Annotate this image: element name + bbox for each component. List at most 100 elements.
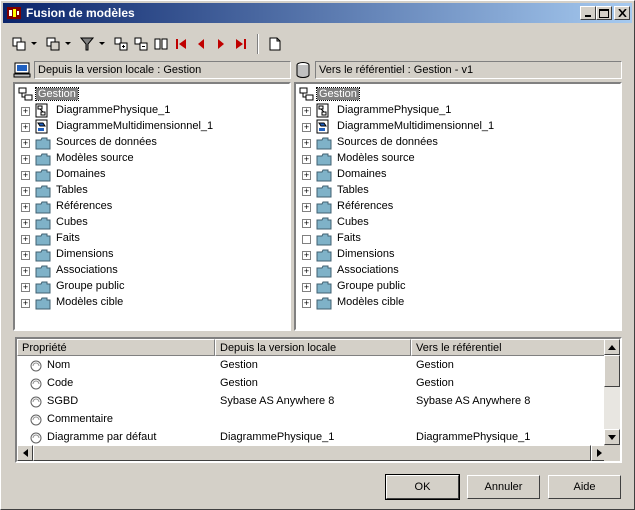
expand-toggle[interactable]: + xyxy=(302,251,311,260)
expand-toggle[interactable]: + xyxy=(21,235,30,244)
close-button[interactable] xyxy=(614,6,630,20)
expand-toggle[interactable]: + xyxy=(21,267,30,276)
tree-node[interactable]: + DiagrammePhysique_1 xyxy=(15,103,289,119)
tree-node[interactable]: + DiagrammePhysique_1 xyxy=(296,103,620,119)
expand-all-button[interactable] xyxy=(111,33,131,55)
expand-toggle[interactable]: + xyxy=(21,203,30,212)
expand-toggle[interactable]: + xyxy=(21,251,30,260)
expand-toggle[interactable]: + xyxy=(302,267,311,276)
expand-toggle[interactable]: + xyxy=(21,123,30,132)
merge-dropdown-button[interactable] xyxy=(29,33,39,55)
next-difference-button[interactable] xyxy=(211,33,231,55)
scroll-down-button[interactable] xyxy=(604,429,620,445)
expand-toggle[interactable]: + xyxy=(302,107,311,116)
tree-node[interactable]: + Références xyxy=(296,199,620,215)
tree-node-label: Faits xyxy=(337,232,361,244)
report-button[interactable] xyxy=(265,33,285,55)
ok-button[interactable]: OK xyxy=(385,474,460,500)
first-difference-button[interactable] xyxy=(171,33,191,55)
expand-toggle[interactable]: + xyxy=(21,171,30,180)
tree-node[interactable]: + DiagrammeMultidimensionnel_1 xyxy=(296,119,620,135)
tree-node[interactable]: + Cubes xyxy=(296,215,620,231)
tree-node[interactable]: Faits xyxy=(296,231,620,247)
left-panel-header: Depuis la version locale : Gestion xyxy=(13,60,291,80)
tree-node[interactable]: + Références xyxy=(15,199,289,215)
expand-toggle[interactable]: + xyxy=(21,187,30,196)
copy-button[interactable] xyxy=(43,33,63,55)
tree-root-node[interactable]: Gestion xyxy=(296,87,620,103)
expand-toggle[interactable]: + xyxy=(302,203,311,212)
expand-toggle[interactable]: + xyxy=(21,283,30,292)
tree-node[interactable]: + Domaines xyxy=(296,167,620,183)
scroll-up-button[interactable] xyxy=(604,339,620,355)
tree-node[interactable]: + Modèles cible xyxy=(15,295,289,311)
tree-node[interactable]: + DiagrammeMultidimensionnel_1 xyxy=(15,119,289,135)
minimize-button[interactable] xyxy=(580,6,596,20)
tree-node[interactable]: + Modèles source xyxy=(296,151,620,167)
column-header-repository[interactable]: Vers le référentiel xyxy=(411,339,607,356)
maximize-icon xyxy=(599,8,609,18)
filter-button[interactable] xyxy=(77,33,97,55)
scroll-left-button[interactable] xyxy=(17,445,33,461)
tree-node[interactable]: + Modèles cible xyxy=(296,295,620,311)
horizontal-scroll-thumb[interactable] xyxy=(33,445,591,461)
tree-node[interactable]: + Associations xyxy=(296,263,620,279)
right-panel-title: Vers le référentiel : Gestion - v1 xyxy=(315,61,622,79)
local-model-tree[interactable]: Gestion + DiagrammePhysique_1 + DiagrammeMul… xyxy=(13,82,291,331)
column-header-property[interactable]: Propriété xyxy=(17,339,215,356)
expand-toggle[interactable]: + xyxy=(302,123,311,132)
expand-toggle[interactable]: + xyxy=(302,299,311,308)
tree-node[interactable]: + Sources de données xyxy=(296,135,620,151)
maximize-button[interactable] xyxy=(596,6,612,20)
right-panel-header: Vers le référentiel : Gestion - v1 xyxy=(294,60,622,80)
tree-node[interactable]: + Dimensions xyxy=(15,247,289,263)
close-icon xyxy=(617,9,627,17)
expand-toggle[interactable]: + xyxy=(21,219,30,228)
tree-node[interactable]: + Cubes xyxy=(15,215,289,231)
copy-icon xyxy=(46,37,60,51)
cell-property: Diagramme par défaut xyxy=(47,431,157,443)
expand-toggle[interactable]: + xyxy=(302,171,311,180)
tree-node[interactable]: + Tables xyxy=(15,183,289,199)
cancel-button[interactable]: Annuler xyxy=(467,475,540,499)
tree-node[interactable]: + Groupe public xyxy=(15,279,289,295)
cell-property: Nom xyxy=(47,359,71,371)
expand-toggle[interactable]: + xyxy=(21,107,30,116)
tree-node[interactable]: + Faits xyxy=(15,231,289,247)
help-button[interactable]: Aide xyxy=(548,475,621,499)
expand-toggle[interactable]: + xyxy=(302,187,311,196)
tree-node[interactable]: + Tables xyxy=(296,183,620,199)
folder-icon xyxy=(35,297,51,313)
table-row[interactable]: Commentaire xyxy=(17,411,607,429)
column-header-local[interactable]: Depuis la version locale xyxy=(215,339,411,356)
expand-toggle[interactable]: + xyxy=(21,299,30,308)
repository-model-tree[interactable]: Gestion + DiagrammePhysique_1 + DiagrammeMul… xyxy=(294,82,622,331)
table-row[interactable]: Nom Gestion Gestion xyxy=(17,357,607,375)
tree-node[interactable]: + Groupe public xyxy=(296,279,620,295)
expand-toggle[interactable]: + xyxy=(21,139,30,148)
scroll-thumb[interactable] xyxy=(604,355,620,387)
table-row[interactable]: Code Gestion Gestion xyxy=(17,375,607,393)
tree-node[interactable]: + Dimensions xyxy=(296,247,620,263)
tree-node[interactable]: + Modèles source xyxy=(15,151,289,167)
collapse-all-button[interactable] xyxy=(131,33,151,55)
filter-dropdown-button[interactable] xyxy=(97,33,107,55)
horizontal-scrollbar[interactable] xyxy=(17,445,607,461)
previous-difference-button[interactable] xyxy=(191,33,211,55)
tree-node[interactable]: + Domaines xyxy=(15,167,289,183)
tree-root-node[interactable]: Gestion xyxy=(15,87,289,103)
tree-node[interactable]: + Sources de données xyxy=(15,135,289,151)
tree-node-label: Références xyxy=(56,200,113,212)
expand-toggle[interactable]: + xyxy=(302,283,311,292)
tree-node[interactable]: + Associations xyxy=(15,263,289,279)
expand-toggle[interactable]: + xyxy=(21,155,30,164)
table-row[interactable]: SGBD Sybase AS Anywhere 8 Sybase AS Anywhe… xyxy=(17,393,607,411)
expand-toggle[interactable]: + xyxy=(302,139,311,148)
vertical-scrollbar[interactable] xyxy=(604,339,620,445)
compare-button[interactable] xyxy=(151,33,171,55)
merge-selection-button[interactable] xyxy=(9,33,29,55)
copy-dropdown-button[interactable] xyxy=(63,33,73,55)
expand-toggle[interactable]: + xyxy=(302,155,311,164)
expand-toggle[interactable]: + xyxy=(302,219,311,228)
last-difference-button[interactable] xyxy=(231,33,251,55)
